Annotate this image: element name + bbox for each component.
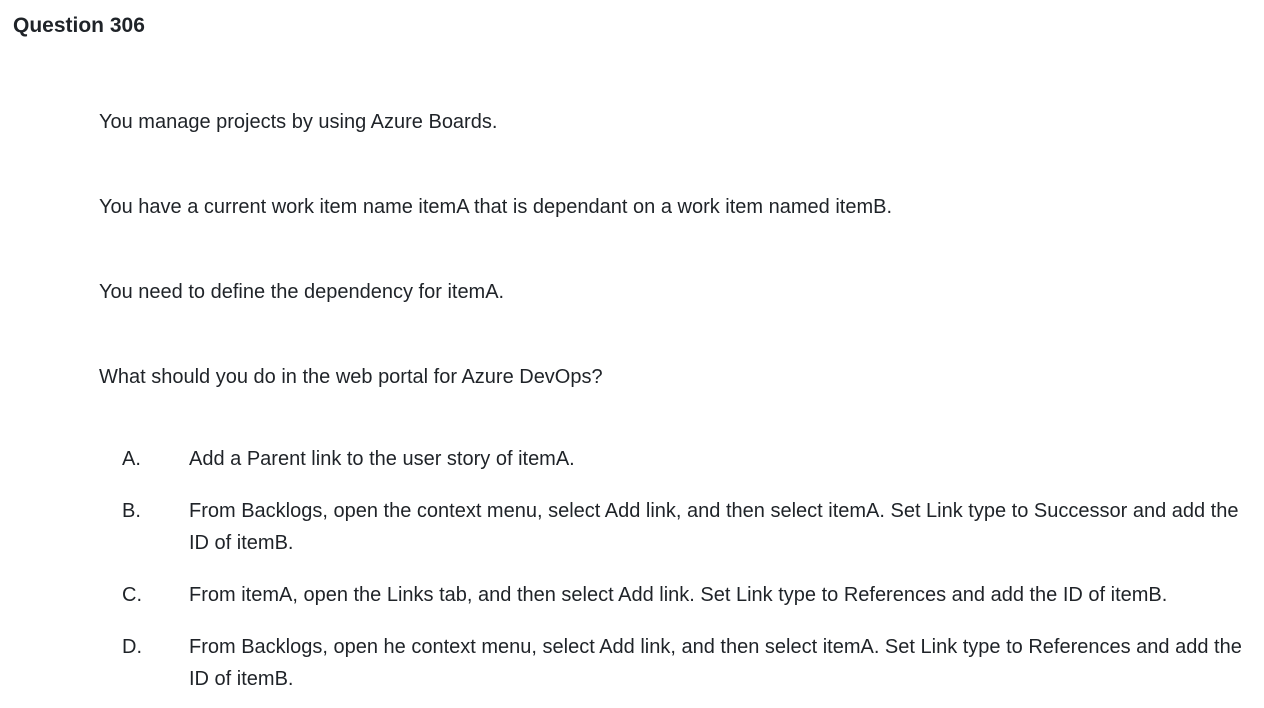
- option-letter: D.: [122, 636, 142, 658]
- option-text: From Backlogs, open the context menu, se…: [189, 500, 1239, 554]
- option-text: From itemA, open the Links tab, and then…: [189, 584, 1168, 606]
- answer-option-d[interactable]: D. From Backlogs, open he context menu, …: [122, 631, 1257, 695]
- answer-option-c[interactable]: C. From itemA, open the Links tab, and t…: [122, 579, 1257, 611]
- answer-option-a[interactable]: A. Add a Parent link to the user story o…: [122, 443, 1257, 475]
- question-title: Question 306: [13, 14, 145, 37]
- question-stem-line-4: What should you do in the web portal for…: [99, 366, 603, 388]
- question-stem-line-2: You have a current work item name itemA …: [99, 196, 893, 218]
- question-stem-line-1: You manage projects by using Azure Board…: [99, 111, 498, 133]
- answer-option-b[interactable]: B. From Backlogs, open the context menu,…: [122, 495, 1257, 559]
- option-text: Add a Parent link to the user story of i…: [189, 448, 575, 470]
- option-text: From Backlogs, open he context menu, sel…: [189, 636, 1242, 690]
- option-letter: C.: [122, 584, 142, 606]
- option-letter: B.: [122, 500, 141, 522]
- question-stem-line-3: You need to define the dependency for it…: [99, 281, 505, 303]
- option-letter: A.: [122, 448, 141, 470]
